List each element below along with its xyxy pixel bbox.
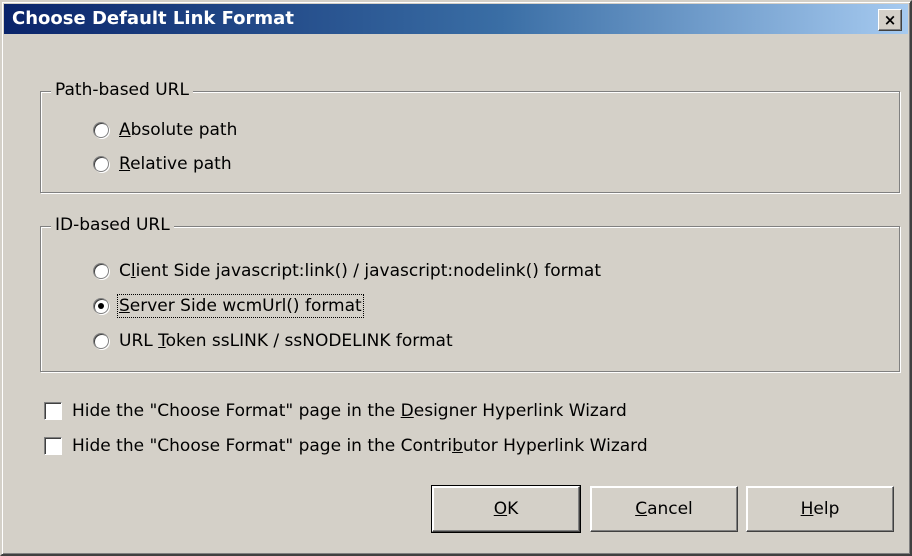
id-based-url-legend: ID-based URL xyxy=(51,215,174,235)
relative-path-radio[interactable] xyxy=(93,156,109,172)
relative-path-label: Relative path xyxy=(119,154,232,174)
absolute-path-option[interactable]: Absolute path xyxy=(93,120,237,140)
server-side-label: Server Side wcmUrl() format xyxy=(117,294,364,318)
cancel-button-label: Cancel xyxy=(635,499,693,519)
absolute-path-label: Absolute path xyxy=(119,120,238,140)
path-based-url-legend: Path-based URL xyxy=(51,80,193,100)
hide-contributor-option[interactable]: Hide the "Choose Format" page in the Con… xyxy=(44,436,648,456)
close-icon: × xyxy=(883,10,897,29)
help-button-label: Help xyxy=(800,499,840,519)
absolute-path-radio[interactable] xyxy=(93,122,109,138)
server-side-option[interactable]: Server Side wcmUrl() format xyxy=(93,294,364,318)
hide-designer-option[interactable]: Hide the "Choose Format" page in the Des… xyxy=(44,401,627,421)
window-title: Choose Default Link Format xyxy=(12,8,294,29)
url-token-label: URL Token ssLINK / ssNODELINK format xyxy=(119,331,453,351)
client-side-label: Client Side javascript:link() / javascri… xyxy=(119,261,601,281)
title-bar[interactable]: Choose Default Link Format × xyxy=(4,4,908,34)
url-token-radio[interactable] xyxy=(93,333,109,349)
close-button[interactable]: × xyxy=(878,9,902,31)
help-button[interactable]: Help xyxy=(746,486,894,532)
ok-button[interactable]: OK xyxy=(431,485,581,533)
cancel-button[interactable]: Cancel xyxy=(590,486,738,532)
path-based-url-group: Path-based URL Absolute path Relative pa… xyxy=(40,80,900,193)
choose-link-format-dialog: Choose Default Link Format × Path-based … xyxy=(0,0,912,556)
id-based-url-group: ID-based URL Client Side javascript:link… xyxy=(40,215,900,372)
hide-contributor-checkbox[interactable] xyxy=(44,437,62,455)
hide-designer-checkbox[interactable] xyxy=(44,402,62,420)
hide-designer-label: Hide the "Choose Format" page in the Des… xyxy=(72,401,627,421)
hide-contributor-label: Hide the "Choose Format" page in the Con… xyxy=(72,436,648,456)
server-side-radio[interactable] xyxy=(93,298,109,314)
client-side-option[interactable]: Client Side javascript:link() / javascri… xyxy=(93,261,601,281)
relative-path-option[interactable]: Relative path xyxy=(93,154,232,174)
ok-button-label: OK xyxy=(493,499,519,519)
url-token-option[interactable]: URL Token ssLINK / ssNODELINK format xyxy=(93,331,453,351)
client-side-radio[interactable] xyxy=(93,263,109,279)
